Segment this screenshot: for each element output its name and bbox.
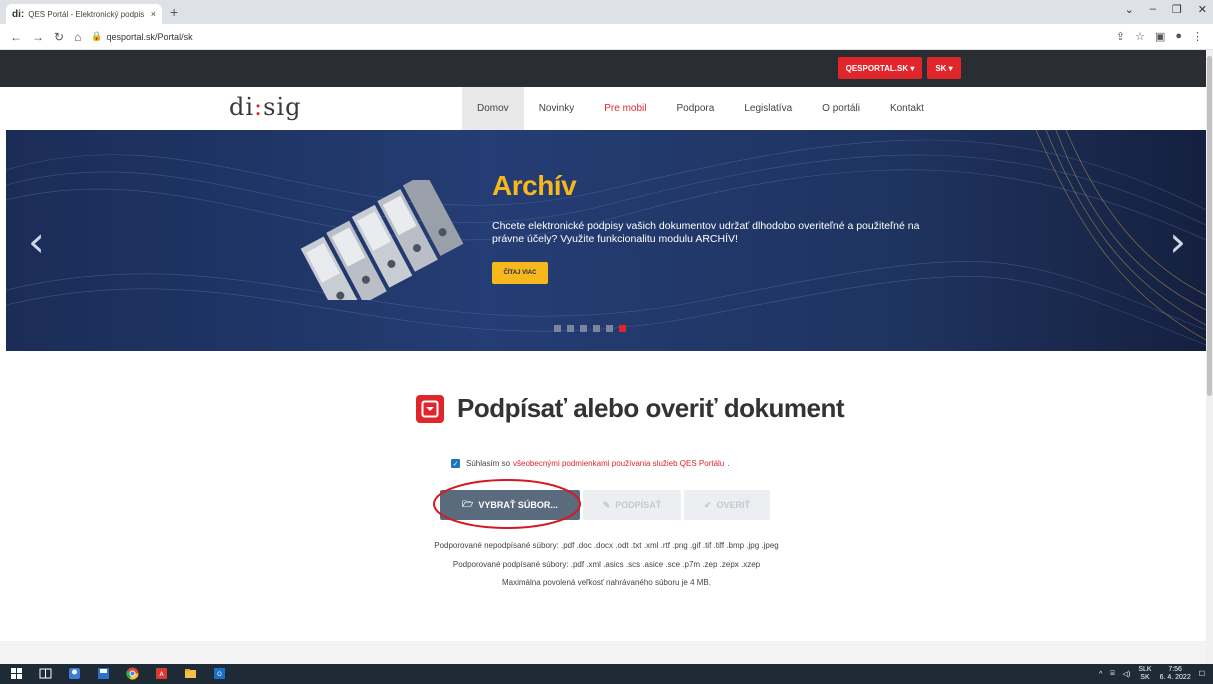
tab-close-icon[interactable]: × [151, 9, 156, 19]
windows-taskbar: A O ^ ⌸ ◁) SLK SK 7:56 6. 4. 2022 ☐ [0, 664, 1213, 684]
sign-label: PODPÍSAŤ [615, 500, 662, 510]
disig-logo[interactable]: di:sig [229, 93, 302, 121]
nav-item-o-portali[interactable]: O portáli [807, 87, 875, 130]
main-nav: di:sig Domov Novinky Pre mobil Podpora L… [0, 87, 1206, 130]
carousel-dot[interactable] [580, 325, 587, 332]
verify-button[interactable]: ✔ OVERIŤ [684, 490, 770, 520]
lang-bottom: SK [1140, 674, 1150, 681]
scrollbar-thumb[interactable] [1207, 56, 1212, 396]
check-circle-icon: ✔ [703, 499, 712, 510]
page-title: Podpísať alebo overiť dokument [457, 393, 844, 423]
task-view-icon[interactable] [39, 667, 52, 680]
browser-tab-bar: di: QES Portál - Elektronický podpis × +… [0, 0, 1213, 24]
tab-title: QES Portál - Elektronický podpis [28, 9, 145, 19]
nav-item-pre-mobil[interactable]: Pre mobil [589, 87, 661, 130]
app-people-icon[interactable] [68, 667, 81, 680]
language-dropdown-button[interactable]: SK ▾ [927, 57, 961, 79]
windows-start-icon[interactable] [10, 667, 23, 680]
bookmark-star-icon[interactable]: ☆ [1135, 30, 1145, 43]
reload-icon[interactable]: ↻ [54, 30, 64, 44]
footer-band [0, 641, 1206, 664]
section-title: Podpísať alebo overiť dokument [416, 393, 844, 424]
profile-icon[interactable]: ● [1175, 30, 1182, 43]
carousel-prev-icon[interactable]: ‹ [28, 217, 45, 266]
window-controls: ⌄ – ❐ ✕ [1125, 3, 1207, 16]
logo-text-right: sig [263, 93, 302, 121]
volume-icon[interactable]: ◁) [1123, 670, 1131, 678]
read-more-button[interactable]: ČÍTAJ VIAC [492, 262, 548, 284]
site-top-bar: QESPORTAL.SK ▾ SK ▾ [0, 50, 1206, 87]
save-disk-icon[interactable] [97, 667, 110, 680]
svg-text:O: O [217, 671, 222, 678]
portal-dropdown-button[interactable]: QESPORTAL.SK ▾ [838, 57, 922, 79]
nav-item-legislativa[interactable]: Legislatíva [729, 87, 807, 130]
close-window-icon[interactable]: ✕ [1198, 3, 1207, 16]
clock-date: 6. 4. 2022 [1159, 674, 1191, 681]
taskbar-icons: A O [10, 667, 226, 680]
carousel-dot-active[interactable] [619, 325, 626, 332]
carousel-indicators [554, 325, 626, 332]
carousel-dot[interactable] [567, 325, 574, 332]
consent-prefix: Súhlasím so [466, 459, 511, 468]
clock-time: 7:56 [1168, 666, 1182, 673]
outlook-icon[interactable]: O [213, 667, 226, 680]
share-icon[interactable]: ⇪ [1116, 30, 1125, 43]
url-field[interactable]: 🔒 qesportal.sk/Portal/sk [91, 31, 192, 42]
hero-carousel: ‹ › Archív Chcete elektronické podpisy v… [6, 130, 1206, 351]
minimize-icon[interactable]: – [1150, 3, 1156, 16]
nav-item-podpora[interactable]: Podpora [662, 87, 730, 130]
clock[interactable]: 7:56 6. 4. 2022 [1160, 666, 1191, 682]
carousel-dot[interactable] [593, 325, 600, 332]
pdf-reader-icon[interactable]: A [155, 667, 168, 680]
nav-item-novinky[interactable]: Novinky [524, 87, 590, 130]
back-icon[interactable]: ← [10, 30, 22, 44]
address-bar-actions: ⇪ ☆ ▣ ● ⋮ [1116, 30, 1203, 43]
menu-kebab-icon[interactable]: ⋮ [1192, 30, 1203, 43]
notifications-icon[interactable]: ☐ [1199, 670, 1205, 678]
highlight-ellipse [433, 479, 581, 529]
supported-signed-text: Podporované podpísané súbory: .pdf .xml … [452, 560, 761, 569]
restore-icon[interactable]: ❐ [1172, 3, 1182, 16]
consent-suffix: . [727, 459, 730, 468]
browser-nav-icons: ← → ↻ ⌂ [0, 30, 81, 44]
lang-top: SLK [1138, 666, 1152, 673]
supported-unsigned-text: Podporované nepodpísané súbory: .pdf .do… [434, 541, 779, 550]
nav-item-kontakt[interactable]: Kontakt [875, 87, 939, 130]
sign-button[interactable]: ✎ PODPÍSAŤ [583, 490, 681, 520]
forward-icon[interactable]: → [32, 30, 44, 44]
pencil-icon: ✎ [602, 499, 611, 510]
logo-dots: : [254, 93, 264, 121]
logo-text-left: di [229, 93, 255, 121]
consent-row: ✓ Súhlasím so všeobecnými podmienkami po… [451, 459, 729, 468]
address-bar: ← → ↻ ⌂ 🔒 qesportal.sk/Portal/sk ⇪ ☆ ▣ ●… [0, 24, 1213, 50]
carousel-dot[interactable] [606, 325, 613, 332]
browser-tab[interactable]: di: QES Portál - Elektronický podpis × [6, 4, 162, 24]
consent-checkbox[interactable]: ✓ [451, 459, 460, 468]
carousel-dot[interactable] [554, 325, 561, 332]
verify-label: OVERIŤ [716, 500, 751, 510]
archive-binders-illustration [300, 180, 464, 300]
url-text: qesportal.sk/Portal/sk [106, 31, 193, 42]
site-favicon-icon: di: [12, 8, 25, 20]
system-tray: ^ ⌸ ◁) SLK SK 7:56 6. 4. 2022 ☐ [1099, 666, 1205, 682]
hero-title: Archív [492, 170, 577, 201]
file-explorer-icon[interactable] [184, 667, 197, 680]
page-scrollbar[interactable] [1206, 50, 1213, 664]
hero-text: Chcete elektronické podpisy vašich dokum… [492, 220, 920, 245]
new-tab-icon[interactable]: + [170, 4, 178, 20]
nav-items: Domov Novinky Pre mobil Podpora Legislat… [462, 87, 939, 130]
network-icon[interactable]: ⌸ [1110, 670, 1114, 678]
terms-link[interactable]: všeobecnými podmienkami používania služi… [513, 459, 724, 468]
chrome-icon[interactable] [126, 667, 139, 680]
carousel-next-icon[interactable]: › [1169, 217, 1186, 266]
tab-search-icon[interactable]: ⌄ [1125, 3, 1134, 16]
nav-item-domov[interactable]: Domov [462, 87, 524, 130]
lock-icon: 🔒 [91, 31, 103, 41]
home-icon[interactable]: ⌂ [74, 30, 81, 44]
sidepanel-icon[interactable]: ▣ [1155, 30, 1165, 43]
chevron-down-icon [416, 394, 444, 423]
tray-chevron-up-icon[interactable]: ^ [1099, 671, 1102, 678]
input-language[interactable]: SLK SK [1138, 666, 1151, 682]
max-size-text: Maximálna povolená veľkosť nahrávaného s… [501, 578, 711, 587]
